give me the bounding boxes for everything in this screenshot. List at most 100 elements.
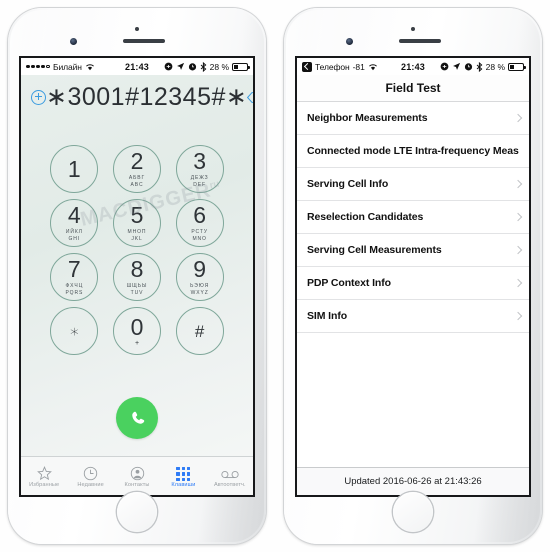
tab-label: Избранные	[29, 482, 60, 488]
key-digit: 2	[130, 148, 144, 175]
list-item-label: Serving Cell Info	[307, 178, 389, 190]
tab-favorites[interactable]: Избранные	[21, 464, 67, 488]
key-digit: 1	[67, 155, 81, 182]
key-hash[interactable]: #	[175, 307, 224, 355]
key-letters-lat: ABC	[130, 181, 144, 188]
key-letters-cyr: ИЙКЛ	[65, 229, 83, 236]
screenshot-stage: Билайн 21:43 28 % ∗3001#12345#∗ 1 2 АБВГ…	[0, 0, 550, 552]
call-button[interactable]	[116, 397, 158, 439]
key-digit: 0	[130, 313, 144, 340]
chevron-right-icon	[515, 246, 520, 255]
list-item-serving-cell-info[interactable]: Serving Cell Info	[297, 167, 529, 200]
key-letters: РСТУ MNO	[191, 229, 208, 242]
key-letters-cyr: РСТУ	[191, 229, 208, 236]
list-item-pdp-context-info[interactable]: PDP Context Info	[297, 266, 529, 299]
earpiece-speaker	[399, 39, 441, 43]
list-empty-area: MACDIGGER	[297, 332, 529, 333]
list-item-label: Reselection Candidates	[307, 211, 424, 223]
add-contact-plus-icon[interactable]	[31, 89, 46, 105]
key-digit: 4	[67, 202, 81, 229]
tab-contacts[interactable]: Контакты	[114, 464, 160, 488]
battery-icon	[508, 62, 526, 71]
key-digit: 9	[193, 256, 207, 283]
earpiece-speaker	[123, 39, 165, 43]
right-phone-screen: Телефон -81 21:43 28 % Field Test Neighb…	[297, 58, 529, 495]
voicemail-icon	[221, 464, 239, 481]
key-letters: ИЙКЛ GHI	[66, 229, 83, 242]
key-digit: 6	[193, 202, 207, 229]
key-5[interactable]: 5 МНОП JKL	[112, 199, 161, 247]
list-item-label: Connected mode LTE Intra-frequency Meas	[307, 145, 519, 157]
dialed-number-text: ∗3001#12345#∗	[46, 83, 248, 111]
backspace-delete-icon[interactable]	[247, 91, 253, 103]
key-letters-cyr: ДЕЖЗ	[190, 175, 209, 182]
chevron-right-icon	[515, 279, 520, 288]
clock-icon	[83, 464, 98, 481]
chevron-right-icon	[515, 312, 520, 321]
tab-label: Автоответч.	[213, 482, 246, 488]
key-7[interactable]: 7 ФХЧЦ PQRS	[50, 253, 99, 301]
left-phone-screen: Билайн 21:43 28 % ∗3001#12345#∗ 1 2 АБВГ…	[21, 58, 253, 495]
tab-keypad[interactable]: Клавиши	[160, 464, 206, 488]
star-icon	[36, 464, 52, 481]
tab-label: Клавиши	[171, 482, 196, 488]
tab-recents[interactable]: Недавние	[67, 464, 113, 488]
key-letters-lat: JKL	[131, 235, 143, 242]
key-6[interactable]: 6 РСТУ MNO	[175, 199, 224, 247]
key-plus-label: +	[134, 339, 140, 347]
updated-timestamp: Updated 2016-06-26 at 21:43:26	[297, 467, 529, 495]
tab-label: Недавние	[77, 482, 104, 488]
key-digit: #	[194, 321, 205, 341]
dialer-panel: ∗3001#12345#∗ 1 2 АБВГ ABC 3 ДЕЖЗ DEF 4 …	[21, 75, 253, 495]
tab-label: Контакты	[124, 482, 150, 488]
key-digit: ∗	[69, 321, 80, 341]
field-test-list[interactable]: Neighbor Measurements Connected mode LTE…	[297, 101, 529, 467]
list-item-serving-cell-measurements[interactable]: Serving Cell Measurements	[297, 233, 529, 266]
key-0[interactable]: 0 +	[112, 307, 161, 355]
key-letters: АБВГ ABC	[129, 175, 145, 188]
list-item-label: Neighbor Measurements	[307, 112, 428, 124]
key-digit: 5	[130, 202, 144, 229]
dial-keypad[interactable]: 1 2 АБВГ ABC 3 ДЕЖЗ DEF 4 ИЙКЛ GHI 5 МНО…	[21, 145, 253, 355]
key-letters-cyr: АБВГ	[128, 175, 146, 182]
key-letters-lat: DEF	[193, 181, 206, 188]
home-button[interactable]	[393, 492, 433, 532]
chevron-right-icon	[515, 114, 520, 123]
field-test-panel: Field Test Neighbor Measurements Connect…	[297, 75, 529, 495]
list-item-label: Serving Cell Measurements	[307, 244, 442, 256]
front-camera-icon	[70, 38, 77, 45]
key-4[interactable]: 4 ИЙКЛ GHI	[50, 199, 99, 247]
key-letters-cyr: МНОП	[127, 229, 147, 236]
dialed-number-field[interactable]: ∗3001#12345#∗	[21, 75, 253, 113]
keypad-grid-icon	[176, 464, 191, 481]
home-button[interactable]	[117, 492, 157, 532]
key-letters-cyr: ЬЭЮЯ	[190, 283, 210, 290]
list-item-connected-mode-lte[interactable]: Connected mode LTE Intra-frequency Meas	[297, 134, 529, 167]
phone-tab-bar[interactable]: Избранные Недавние Контакты Клавиши Авто…	[21, 456, 253, 495]
list-item-sim-info[interactable]: SIM Info	[297, 299, 529, 332]
list-item-neighbor-measurements[interactable]: Neighbor Measurements	[297, 101, 529, 134]
right-iphone-device: Телефон -81 21:43 28 % Field Test Neighb…	[284, 8, 542, 544]
key-1[interactable]: 1	[50, 145, 99, 193]
key-letters-lat: MNO	[192, 235, 207, 242]
key-letters-lat: TUV	[130, 289, 144, 296]
left-iphone-device: Билайн 21:43 28 % ∗3001#12345#∗ 1 2 АБВГ…	[8, 8, 266, 544]
key-asterisk[interactable]: ∗	[50, 307, 99, 355]
key-digit: 7	[67, 256, 81, 283]
page-title: Field Test	[297, 75, 529, 101]
key-letters-lat: WXYZ	[190, 289, 209, 296]
key-2[interactable]: 2 АБВГ ABC	[112, 145, 161, 193]
front-camera-icon	[346, 38, 353, 45]
key-8[interactable]: 8 ШЩЬЫ TUV	[112, 253, 161, 301]
list-item-label: PDP Context Info	[307, 277, 391, 289]
right-status-bar: Телефон -81 21:43 28 %	[297, 58, 529, 75]
chevron-right-icon	[515, 213, 520, 222]
list-item-reselection-candidates[interactable]: Reselection Candidates	[297, 200, 529, 233]
status-bar-clock: 21:43	[124, 61, 150, 72]
left-status-bar: Билайн 21:43 28 %	[21, 58, 253, 75]
key-letters-lat: GHI	[68, 235, 81, 242]
key-9[interactable]: 9 ЬЭЮЯ WXYZ	[175, 253, 224, 301]
tab-voicemail[interactable]: Автоответч.	[207, 464, 253, 488]
key-letters: ДЕЖЗ DEF	[191, 175, 209, 188]
key-3[interactable]: 3 ДЕЖЗ DEF	[175, 145, 224, 193]
